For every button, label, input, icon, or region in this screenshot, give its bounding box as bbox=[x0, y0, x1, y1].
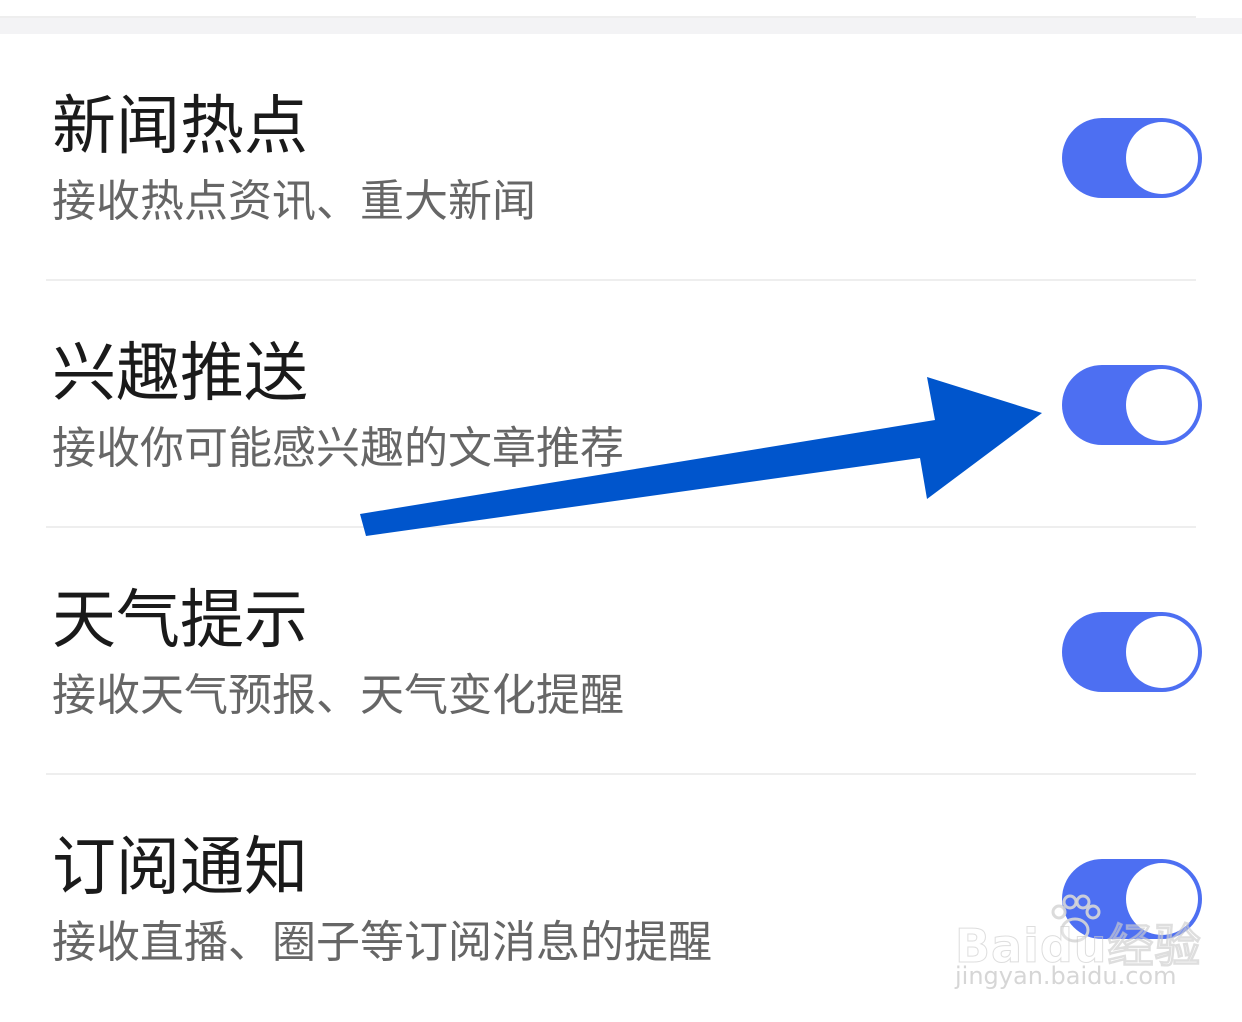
toggle-knob bbox=[1126, 863, 1198, 935]
interest-push-toggle[interactable] bbox=[1062, 365, 1202, 445]
toggle-knob bbox=[1126, 616, 1198, 688]
setting-title: 订阅通知 bbox=[52, 831, 308, 905]
section-gap bbox=[0, 18, 1242, 34]
toggle-knob bbox=[1126, 369, 1198, 441]
setting-description: 接收你可能感兴趣的文章推荐 bbox=[52, 423, 624, 474]
subscription-notice-toggle[interactable] bbox=[1062, 859, 1202, 939]
weather-tips-toggle[interactable] bbox=[1062, 612, 1202, 692]
setting-row-subscription-notice: 订阅通知 接收直播、圈子等订阅消息的提醒 bbox=[0, 775, 1242, 1022]
setting-description: 接收直播、圈子等订阅消息的提醒 bbox=[52, 917, 712, 968]
setting-row-news-hotspot: 新闻热点 接收热点资讯、重大新闻 bbox=[0, 34, 1242, 281]
setting-description: 接收热点资讯、重大新闻 bbox=[52, 176, 536, 227]
setting-title: 兴趣推送 bbox=[52, 337, 308, 411]
notification-settings-list: 新闻热点 接收热点资讯、重大新闻 兴趣推送 接收你可能感兴趣的文章推荐 天气提示… bbox=[0, 34, 1242, 1022]
setting-title: 新闻热点 bbox=[52, 90, 308, 164]
toggle-knob bbox=[1126, 122, 1198, 194]
setting-row-weather-tips: 天气提示 接收天气预报、天气变化提醒 bbox=[0, 528, 1242, 775]
setting-description: 接收天气预报、天气变化提醒 bbox=[52, 670, 624, 721]
news-hotspot-toggle[interactable] bbox=[1062, 118, 1202, 198]
setting-title: 天气提示 bbox=[52, 584, 308, 658]
setting-row-interest-push: 兴趣推送 接收你可能感兴趣的文章推荐 bbox=[0, 281, 1242, 528]
